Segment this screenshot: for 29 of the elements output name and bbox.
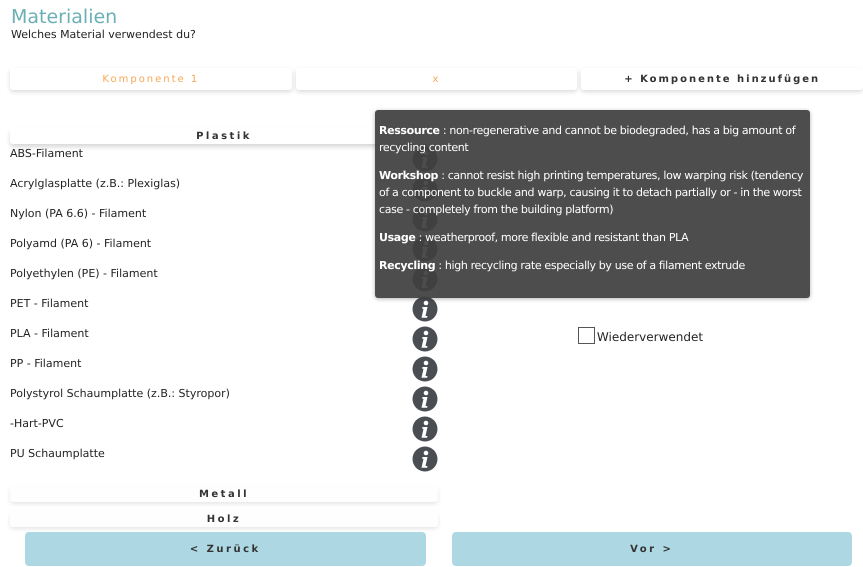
checkbox-label: Wiederverwendet [596,330,704,344]
info-icon[interactable] [412,296,438,322]
material-item[interactable]: Nylon (PA 6.6) - Filament [10,204,146,224]
reused-checkbox[interactable] [578,327,595,344]
category-header[interactable]: Holz [10,511,438,527]
material-item[interactable]: PLA - Filament [10,324,89,344]
material-item[interactable]: -Hart-PVC [10,414,64,434]
info-icon[interactable] [412,416,438,442]
info-icon[interactable] [412,386,438,412]
category-header[interactable]: Metall [10,486,438,502]
tooltip-text: Workshop : cannot resist high printing temperatures, low warping risk (tendency of a component to buckle and warp, causing it to detach partially or - in the worst case - completely from the building platform) [379,168,804,218]
info-icon[interactable] [412,326,438,352]
material-item[interactable]: Polyamd (PA 6) - Filament [10,234,152,254]
next-button[interactable]: Vor > [452,532,852,566]
info-icon[interactable] [412,356,438,382]
material-item[interactable]: Acrylglasplatte (z.B.: Plexiglas) [10,174,180,194]
tooltip-text: Usage : weatherproof, more flexible and resistant than PLA [379,230,690,246]
material-item[interactable]: PP - Filament [10,354,82,374]
material-item[interactable]: PU Schaumplatte [10,444,105,464]
info-icon[interactable] [412,446,438,472]
material-item[interactable]: ABS-Filament [10,144,83,164]
material-item[interactable]: Polyethylen (PE) - Filament [10,264,158,284]
add-component-button[interactable]: + Komponente hinzufügen [581,68,863,90]
material-item[interactable]: PET - Filament [10,294,88,314]
page-subtitle: Welches Material verwendest du? [11,28,197,42]
back-button[interactable]: < Zurück [25,532,426,566]
tooltip-text: Recycling : high recycling rate especially by use of a filament extrude [379,258,746,274]
material-item[interactable]: Polystyrol Schaumplatte (z.B.: Styropor) [10,384,230,404]
page-title: Materialien [11,6,118,28]
